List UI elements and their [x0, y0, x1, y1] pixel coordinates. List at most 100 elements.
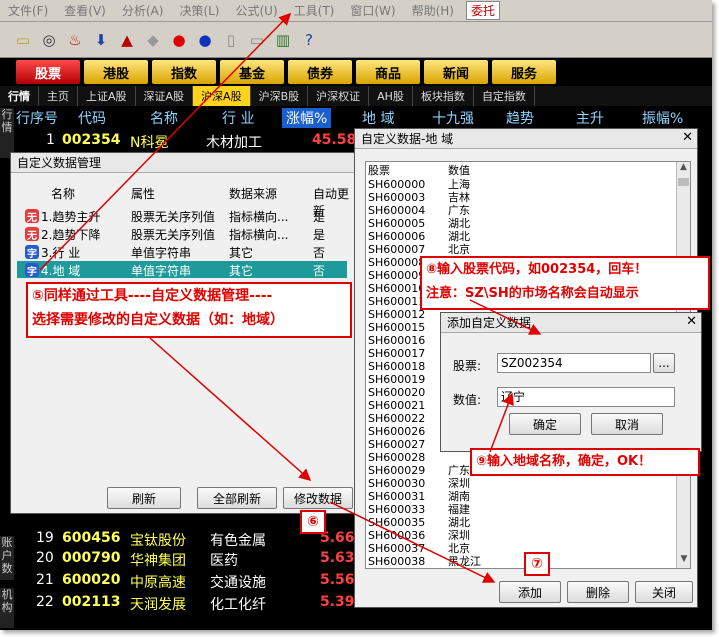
market-tab-home[interactable]: 主页	[39, 86, 78, 106]
help-cursor-icon[interactable]: ?	[298, 29, 320, 51]
stock-code: SH600037	[368, 542, 426, 555]
table-row[interactable]: 20 000790 华神集团 医药 5.63	[0, 548, 360, 570]
list-item[interactable]: SH600005 湖北	[368, 217, 668, 230]
tab-commodity[interactable]: 商品	[356, 60, 420, 84]
list-item[interactable]: SH600036 深圳	[368, 529, 668, 542]
market-tab-sector-index[interactable]: 板块指数	[413, 86, 474, 106]
delete-button[interactable]: 删除	[567, 581, 629, 603]
tab-bond[interactable]: 债券	[288, 60, 352, 84]
list-item[interactable]: 字 3.行 业 单值字符串 其它 否	[17, 243, 347, 260]
side-label-institutions[interactable]: 机构	[0, 588, 14, 628]
menu-analysis[interactable]: 分析(A)	[114, 2, 172, 19]
col-change[interactable]: 涨幅%	[282, 108, 332, 128]
close-button[interactable]: 关闭	[635, 581, 693, 603]
list-item[interactable]: 无 1.趋势主升 股票无关序列值 指标横向... 是	[17, 207, 347, 224]
col-industry[interactable]: 行 业	[222, 108, 254, 128]
cancel-button[interactable]: 取消	[591, 413, 663, 435]
series-icon: 无	[25, 209, 39, 224]
market-tab-hs-b[interactable]: 沪深B股	[251, 86, 309, 106]
list-item[interactable]: SH600030 深圳	[368, 477, 668, 490]
value-input[interactable]: 辽宁	[497, 387, 675, 407]
stock-code: SH600010	[368, 282, 426, 295]
market-tab-custom-index[interactable]: 自定指数	[474, 86, 535, 106]
tab-fund[interactable]: 基金	[220, 60, 284, 84]
tab-index[interactable]: 指数	[152, 60, 216, 84]
scroll-thumb[interactable]	[678, 178, 689, 186]
col-ma19[interactable]: 十九强	[432, 108, 474, 128]
menu-view[interactable]: 查看(V)	[56, 2, 114, 19]
col-name[interactable]: 名称	[150, 108, 178, 128]
refresh-all-button[interactable]: 全部刷新	[197, 487, 277, 509]
market-tab-sh-a[interactable]: 上证A股	[78, 86, 136, 106]
menu-tools[interactable]: 工具(T)	[286, 2, 343, 19]
diamond-icon[interactable]: ◆	[142, 29, 164, 51]
scroll-up-icon[interactable]: ▲	[677, 162, 690, 176]
close-icon[interactable]: ✕	[686, 314, 697, 329]
refresh-button[interactable]: 刷新	[107, 487, 181, 509]
download-icon[interactable]: ⬇	[90, 29, 112, 51]
col-region[interactable]: 地 域	[362, 108, 394, 128]
list-item[interactable]: SH600031 湖南	[368, 490, 668, 503]
books-icon[interactable]: ▥	[272, 29, 294, 51]
stock-code: SH600006	[368, 230, 426, 243]
tab-stock[interactable]: 股票	[16, 60, 80, 84]
string-icon: 字	[25, 245, 39, 260]
col-code[interactable]: 代码	[78, 108, 106, 128]
list-item-selected[interactable]: 字 4.地 域 单值字符串 其它 否	[17, 261, 347, 278]
market-tab-hs-a[interactable]: 沪深A股	[193, 86, 251, 106]
side-label-accounts[interactable]: 账户数	[0, 536, 14, 580]
binoculars-icon[interactable]: ◎	[38, 29, 60, 51]
col-seq[interactable]: 行序号	[16, 108, 58, 128]
list-item[interactable]: SH600004 广东	[368, 204, 668, 217]
add-button[interactable]: 添加	[499, 581, 561, 603]
list-item[interactable]: SH600000 上海	[368, 178, 668, 191]
list-item[interactable]: SH600035 湖北	[368, 516, 668, 529]
table-row[interactable]: 1 002354 N科冕 木材加工 45.58	[0, 130, 360, 152]
list-item[interactable]: SH600037 北京	[368, 542, 668, 555]
menu-help[interactable]: 帮助(H)	[404, 2, 462, 19]
menu-file[interactable]: 文件(F)	[0, 2, 56, 19]
tab-news[interactable]: 新闻	[424, 60, 488, 84]
menu-decision[interactable]: 决策(L)	[171, 2, 227, 19]
doc-icon[interactable]: ▯	[220, 29, 242, 51]
stock-code-input[interactable]: SZ002354	[497, 353, 651, 373]
table-row[interactable]: 22 002113 天润发展 化工化纤 5.39	[0, 592, 360, 614]
stock-code: SH600031	[368, 490, 426, 503]
market-tab-ah[interactable]: AH股	[369, 86, 413, 106]
stock-code: SH600036	[368, 529, 426, 542]
stock-code: SH600004	[368, 204, 426, 217]
list-item[interactable]: SH600033 福建	[368, 503, 668, 516]
alarm-icon[interactable]: ♨	[64, 29, 86, 51]
blue-shield-icon[interactable]: ●	[194, 29, 216, 51]
window-icon[interactable]: ▭	[246, 29, 268, 51]
tab-service[interactable]: 服务	[492, 60, 556, 84]
menu-trade[interactable]: 委托	[465, 1, 500, 20]
market-tab-bar: 行情 主页 上证A股 深证A股 沪深A股 沪深B股 沪深权证 AH股 板块指数 …	[0, 86, 712, 106]
list-item[interactable]: SH600003 吉林	[368, 191, 668, 204]
red-shield-icon[interactable]: ●	[168, 29, 190, 51]
list-item[interactable]: SH600006 湖北	[368, 230, 668, 243]
menu-formula[interactable]: 公式(U)	[228, 2, 286, 19]
col-amp[interactable]: 振幅%	[642, 108, 683, 128]
menu-window[interactable]: 窗口(W)	[342, 2, 403, 19]
table-row[interactable]: 21 600020 中原高速 交通设施 5.56	[0, 570, 360, 592]
market-tab-sz-a[interactable]: 深证A股	[136, 86, 194, 106]
open-icon[interactable]: ▭	[12, 29, 34, 51]
list-item[interactable]: SH600038 黑龙江	[368, 555, 668, 568]
market-tab-warrant[interactable]: 沪深权证	[308, 86, 370, 106]
stock-code: SH600016	[368, 334, 426, 347]
list-item[interactable]: 无 2.趋势下降 股票无关序列值 指标横向... 是	[17, 225, 347, 242]
close-icon[interactable]: ✕	[682, 130, 693, 145]
market-tab-quotes[interactable]: 行情	[0, 86, 39, 106]
browse-button[interactable]: ...	[653, 353, 675, 373]
scroll-down-icon[interactable]: ▼	[677, 554, 690, 568]
stock-code: SH600012	[368, 308, 426, 321]
ok-button[interactable]: 确定	[509, 413, 581, 435]
list-item[interactable]: SH600007 北京	[368, 243, 668, 256]
tab-hk[interactable]: 港股	[84, 60, 148, 84]
stock-chart-icon[interactable]: ▲	[116, 29, 138, 51]
modify-data-button[interactable]: 修改数据	[283, 487, 353, 509]
col-trend[interactable]: 趋势	[506, 108, 534, 128]
col-rise[interactable]: 主升	[576, 108, 604, 128]
stock-code: SH600009	[368, 269, 426, 282]
